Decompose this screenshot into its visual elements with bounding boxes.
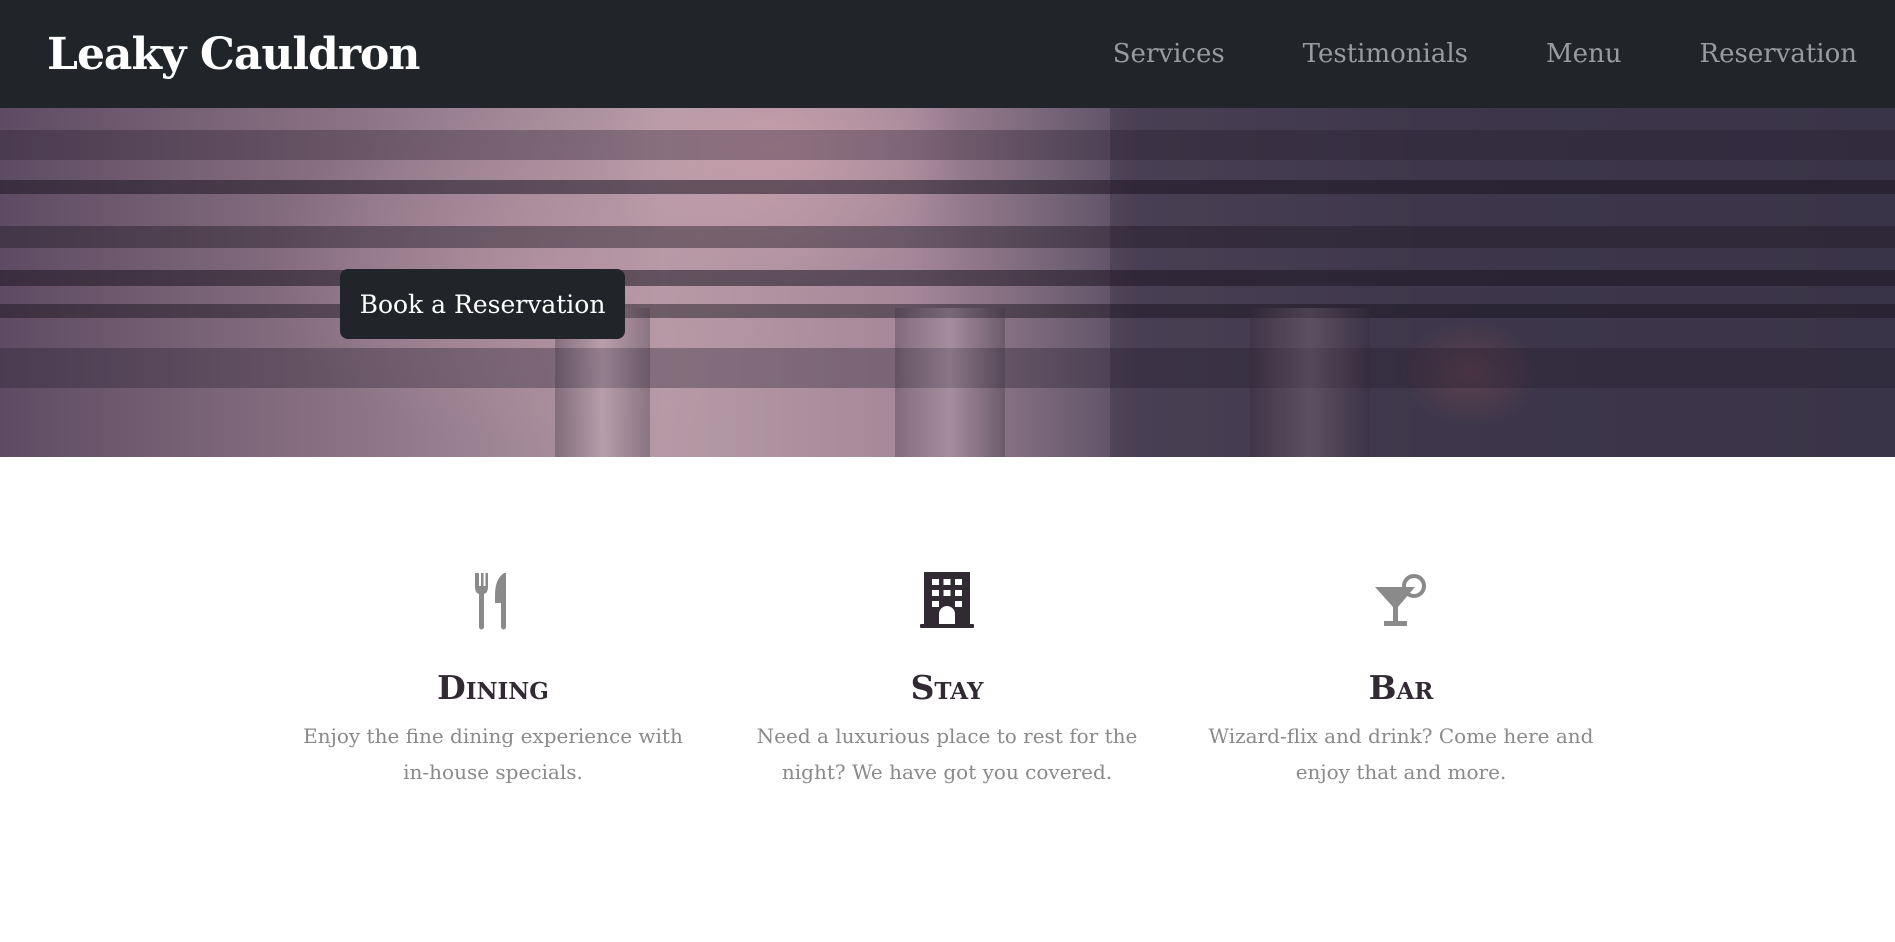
hero-column xyxy=(895,308,1005,457)
building-icon xyxy=(920,572,974,628)
service-title: Dining xyxy=(437,668,549,707)
service-title: Stay xyxy=(910,668,984,707)
nav-links: Services Testimonials Menu Reservation xyxy=(1035,39,1857,69)
service-stay: Stay Need a luxurious place to rest for … xyxy=(737,570,1157,790)
service-description: Wizard-flix and drink? Come here and enj… xyxy=(1208,724,1594,784)
service-description: Need a luxurious place to rest for the n… xyxy=(756,724,1138,784)
nav-link-menu[interactable]: Menu xyxy=(1546,39,1622,69)
service-bar: Bar Wizard-flix and drink? Come here and… xyxy=(1191,570,1611,790)
service-description: Enjoy the fine dining experience with in… xyxy=(303,724,683,784)
cocktail-icon xyxy=(1375,574,1426,626)
nav-link-services[interactable]: Services xyxy=(1113,39,1225,69)
brand-logo[interactable]: Leaky Cauldron xyxy=(47,29,420,80)
utensils-icon xyxy=(475,573,506,630)
service-title: Bar xyxy=(1368,668,1434,707)
nav-link-testimonials[interactable]: Testimonials xyxy=(1303,39,1468,69)
service-dining: Dining Enjoy the fine dining experience … xyxy=(283,570,703,790)
book-reservation-button[interactable]: Book a Reservation xyxy=(340,269,625,339)
navbar: Leaky Cauldron Services Testimonials Men… xyxy=(0,0,1895,108)
hero-shadow xyxy=(1110,108,1895,457)
hero-banner: Book a Reservation xyxy=(0,108,1895,457)
nav-link-reservation[interactable]: Reservation xyxy=(1700,39,1857,69)
